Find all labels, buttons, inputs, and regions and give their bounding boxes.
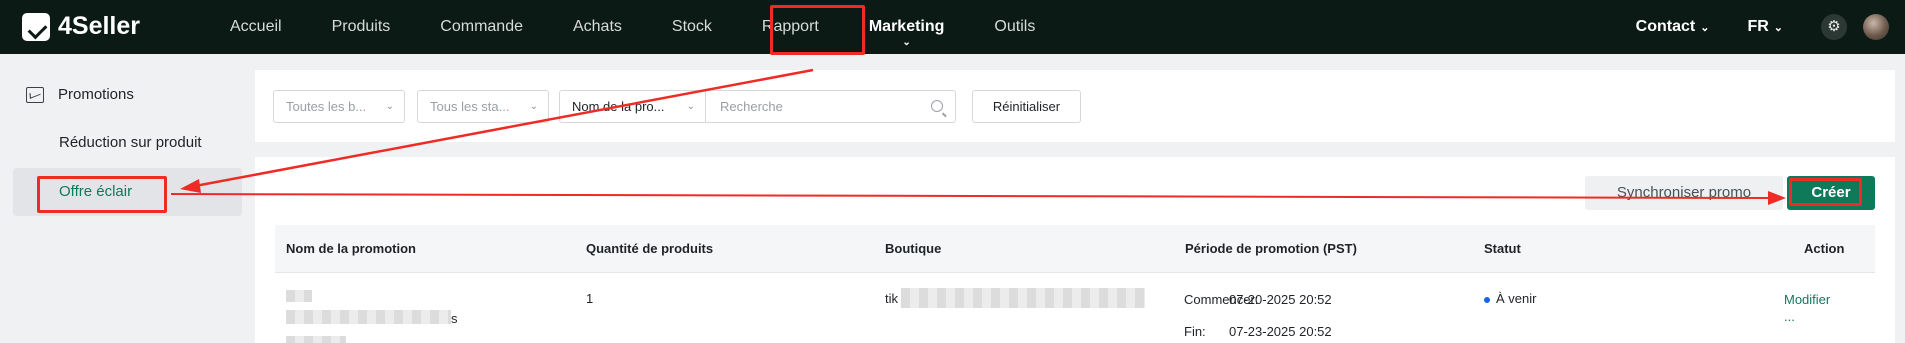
search-field-value: Nom de la pro... — [572, 99, 665, 114]
sidebar-item-offre-eclair[interactable]: Offre éclair — [59, 183, 132, 200]
nav-item-outils[interactable]: Outils — [969, 0, 1060, 54]
shop-select[interactable]: Toutes les b... ⌄ — [273, 90, 405, 123]
chevron-down-icon: ⌄ — [902, 37, 911, 48]
end-date: 07-23-2025 20:52 — [1229, 324, 1332, 339]
chart-icon — [26, 86, 44, 103]
nav-item-marketing-label: Marketing — [868, 18, 945, 35]
col-periode-promotion: Période de promotion (PST) — [1185, 241, 1357, 256]
search-field-select[interactable]: Nom de la pro... ⌄ — [559, 90, 706, 123]
promo-name-suffix: s — [451, 311, 458, 326]
more-actions-link[interactable]: ... — [1784, 309, 1795, 324]
edit-link[interactable]: Modifier — [1784, 292, 1830, 307]
main-menu: Accueil Produits Commande Achats Stock R… — [205, 0, 1060, 54]
sidebar-group-label: Promotions — [58, 86, 134, 103]
product-quantity: 1 — [586, 291, 594, 306]
app-logo[interactable]: 4Seller — [22, 12, 140, 41]
sidebar-group-promotions[interactable]: Promotions — [26, 86, 134, 103]
gear-icon[interactable]: ⚙ — [1821, 14, 1847, 40]
col-nom-promotion: Nom de la promotion — [286, 241, 416, 256]
search-input[interactable]: Recherche — [706, 90, 956, 123]
create-button[interactable]: Créer — [1787, 176, 1875, 210]
col-boutique: Boutique — [885, 241, 942, 256]
status-select[interactable]: Tous les sta... ⌄ — [417, 90, 549, 123]
sync-promo-button[interactable]: Synchroniser promo — [1585, 176, 1783, 210]
blurred-name — [286, 336, 346, 343]
sidebar: Promotions Réduction sur produit Offre é… — [0, 54, 244, 343]
nav-item-achats[interactable]: Achats — [548, 0, 647, 54]
language-label: FR — [1747, 18, 1769, 35]
start-label: Commencer: — [1184, 292, 1259, 307]
chevron-down-icon: ⌄ — [686, 101, 695, 112]
end-label: Fin: — [1184, 324, 1206, 339]
blurred-shop — [901, 288, 1145, 308]
app-name: 4Seller — [58, 12, 141, 40]
filter-bar: Toutes les b... ⌄ Tous les sta... ⌄ Nom … — [255, 70, 1895, 142]
chevron-down-icon: ⌄ — [1700, 22, 1710, 34]
blurred-name — [286, 310, 451, 324]
language-menu[interactable]: FR ⌄ — [1747, 18, 1783, 36]
col-action: Action — [1804, 241, 1845, 256]
logo-icon — [22, 12, 50, 41]
table-header: Nom de la promotion Quantité de produits… — [275, 225, 1875, 273]
blurred-name — [286, 290, 312, 302]
nav-item-produits[interactable]: Produits — [307, 0, 416, 54]
chevron-down-icon: ⌄ — [385, 101, 394, 112]
nav-item-stock[interactable]: Stock — [647, 0, 737, 54]
avatar[interactable] — [1863, 14, 1889, 40]
top-nav: 4Seller Accueil Produits Commande Achats… — [0, 0, 1905, 54]
chevron-down-icon: ⌄ — [1773, 22, 1783, 34]
contact-label: Contact — [1635, 18, 1696, 35]
contact-menu[interactable]: Contact ⌄ — [1636, 18, 1710, 36]
shop-name-prefix: tik — [885, 291, 898, 306]
nav-item-rapport[interactable]: Rapport — [737, 0, 844, 54]
status-dot-icon — [1484, 296, 1490, 303]
nav-item-marketing[interactable]: Marketing ⌄ — [844, 0, 970, 54]
search-icon — [931, 100, 943, 112]
col-statut: Statut — [1484, 241, 1521, 256]
nav-item-commande[interactable]: Commande — [415, 0, 548, 54]
status-badge: À venir — [1484, 291, 1536, 306]
reset-button[interactable]: Réinitialiser — [972, 90, 1081, 123]
chevron-down-icon: ⌄ — [529, 101, 538, 112]
start-date: 07-20-2025 20:52 — [1229, 292, 1332, 307]
nav-right: Contact ⌄ FR ⌄ ⚙ — [1636, 0, 1905, 54]
shop-select-value: Toutes les b... — [286, 99, 367, 114]
search-placeholder: Recherche — [720, 99, 783, 114]
status-select-value: Tous les sta... — [430, 99, 510, 114]
col-quantite-produits: Quantité de produits — [586, 241, 714, 256]
nav-item-accueil[interactable]: Accueil — [205, 0, 307, 54]
main-panel: Synchroniser promo Créer Nom de la promo… — [255, 157, 1895, 343]
status-label: À venir — [1496, 291, 1537, 306]
sidebar-item-reduction-produit[interactable]: Réduction sur produit — [59, 134, 202, 151]
